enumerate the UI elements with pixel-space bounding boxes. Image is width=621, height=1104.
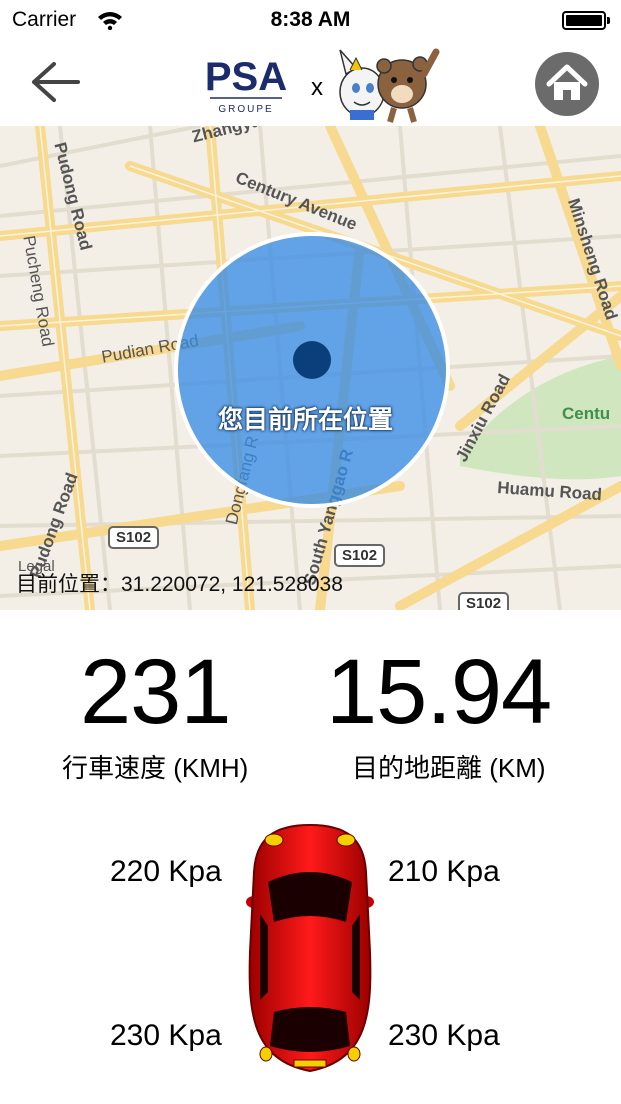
current-coordinates: 目前位置：31.220072, 121.528038: [16, 573, 343, 596]
distance-label: 目的地距離 (KM): [352, 753, 546, 783]
speed-value: 231: [80, 641, 231, 743]
home-button[interactable]: [535, 52, 599, 116]
car-top-view-illustration: [246, 823, 374, 1073]
home-icon: [546, 64, 588, 100]
logo-separator: x: [311, 74, 323, 101]
mascot-illustration: [339, 48, 440, 123]
current-location-pin[interactable]: [293, 341, 331, 379]
tire-pressure-front-left: 220 Kpa: [110, 855, 222, 888]
speed-label: 行車速度 (KMH): [62, 753, 249, 783]
current-location-label: 您目前所在位置: [218, 406, 394, 434]
tire-pressure-front-right: 210 Kpa: [388, 855, 500, 888]
status-bar: Carrier 8:38 AM: [0, 0, 621, 40]
status-time: 8:38 AM: [270, 8, 351, 31]
highway-shield-s102: S102: [108, 526, 160, 549]
svg-text:PSA: PSA: [205, 55, 287, 99]
highway-shield-s102: S102: [458, 592, 510, 610]
nav-bar: PSA GROUPE x: [0, 40, 621, 127]
svg-text:GROUPE: GROUPE: [218, 104, 273, 115]
tire-pressure-rear-left: 230 Kpa: [110, 1019, 222, 1052]
distance-value: 15.94: [326, 641, 552, 743]
map-view[interactable]: Zhangya Century Avenue Pudong Road Puche…: [0, 126, 621, 610]
tire-pressure-rear-right: 230 Kpa: [388, 1019, 500, 1052]
highway-shield-s102: S102: [334, 544, 386, 567]
back-arrow-icon[interactable]: [28, 58, 84, 106]
map-label-century-park: Centu: [562, 404, 611, 423]
psa-groupe-logo: PSA GROUPE: [205, 55, 287, 115]
battery-icon: [562, 11, 610, 30]
